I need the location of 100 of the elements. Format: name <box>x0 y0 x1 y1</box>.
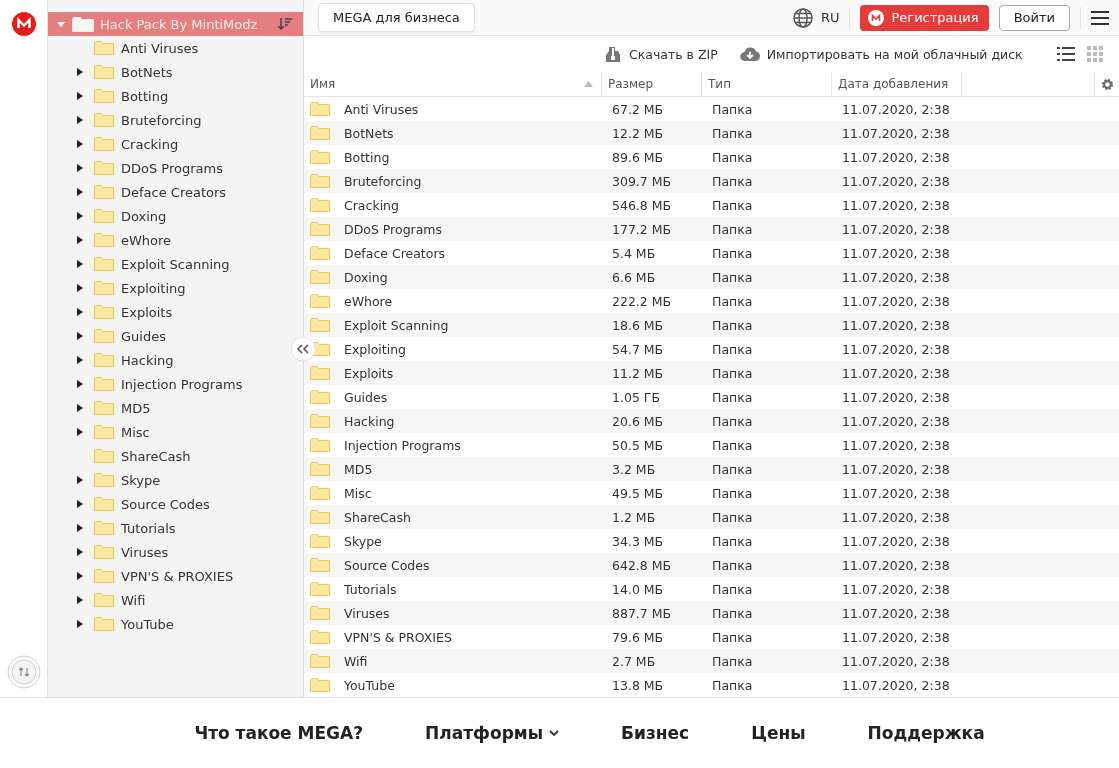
tree-item[interactable]: Viruses <box>121 544 169 560</box>
footer-link[interactable]: Поддержка <box>836 723 1016 743</box>
tree-item[interactable]: YouTube <box>121 616 174 632</box>
expand-arrow-icon[interactable] <box>76 499 84 509</box>
tree-item[interactable]: Deface Creators <box>121 184 227 200</box>
column-header[interactable]: Дата добавления <box>838 77 949 91</box>
table-cell-text: 309.7 МБ <box>611 173 673 189</box>
tree-item[interactable]: BotNets <box>121 64 173 80</box>
language-label[interactable]: RU <box>820 10 840 25</box>
expand-arrow-icon[interactable] <box>76 427 84 437</box>
expand-arrow-icon[interactable] <box>76 163 84 173</box>
file-name[interactable]: Exploit Scanning <box>344 317 449 333</box>
file-name[interactable]: Guides <box>344 389 388 405</box>
expand-arrow-icon[interactable] <box>76 259 84 269</box>
tree-item[interactable]: Exploiting <box>121 280 186 296</box>
menu-icon[interactable] <box>1091 9 1109 26</box>
expand-arrow-icon[interactable] <box>76 595 84 605</box>
list-view-icon[interactable] <box>1057 46 1075 62</box>
expand-arrow-icon[interactable] <box>76 619 84 629</box>
column-header[interactable]: Размер <box>608 77 654 91</box>
collapse-panel-button[interactable] <box>290 336 316 362</box>
file-name[interactable]: YouTube <box>344 677 395 693</box>
download-zip-link[interactable]: Скачать в ZIP <box>629 46 718 62</box>
expand-arrow-icon[interactable] <box>76 475 84 485</box>
expand-arrow-icon[interactable] <box>76 67 84 77</box>
file-name[interactable]: Cracking <box>344 197 399 213</box>
tree-item[interactable]: ShareCash <box>121 448 191 464</box>
file-name[interactable]: Viruses <box>344 605 390 621</box>
expand-arrow-icon[interactable] <box>76 139 84 149</box>
expand-arrow-icon[interactable] <box>76 283 84 293</box>
file-name[interactable]: Tutorials <box>344 581 397 597</box>
file-name[interactable]: MD5 <box>344 461 373 477</box>
file-name[interactable]: Wifi <box>344 653 368 669</box>
expand-arrow-icon[interactable] <box>76 235 84 245</box>
expand-arrow-icon[interactable] <box>76 307 84 317</box>
file-name[interactable]: Doxing <box>344 269 388 285</box>
expand-arrow-icon[interactable] <box>76 91 84 101</box>
file-name[interactable]: Skype <box>344 533 382 549</box>
footer-link[interactable]: Бизнес <box>590 723 721 743</box>
file-name[interactable]: Exploits <box>344 365 394 381</box>
expand-arrow-icon[interactable] <box>76 331 84 341</box>
file-name[interactable]: Exploiting <box>344 341 407 357</box>
tree-item[interactable]: VPN'S & PROXIES <box>121 568 234 584</box>
file-name[interactable]: Source Codes <box>344 557 430 573</box>
footer-link[interactable]: Цены <box>720 723 837 743</box>
tree-item[interactable]: Anti Viruses <box>121 40 199 56</box>
footer-link[interactable]: Что такое MEGA? <box>163 723 395 743</box>
cloud-download-icon[interactable] <box>739 46 760 62</box>
file-name[interactable]: Injection Programs <box>344 437 461 453</box>
zip-archive-icon[interactable] <box>604 45 622 63</box>
file-name[interactable]: BotNets <box>344 125 394 141</box>
settings-icon[interactable] <box>1100 77 1114 91</box>
tree-item[interactable]: eWhore <box>121 232 172 248</box>
tree-item[interactable]: Source Codes <box>121 496 210 512</box>
logo-icon[interactable] <box>11 12 36 36</box>
expand-arrow-icon[interactable] <box>76 523 84 533</box>
expand-arrow-icon[interactable] <box>76 355 84 365</box>
tree-item[interactable]: Doxing <box>121 208 167 224</box>
column-header[interactable]: Имя <box>310 77 336 91</box>
file-name[interactable]: DDoS Programs <box>344 221 443 237</box>
tree-item[interactable]: Exploits <box>121 304 173 320</box>
expand-arrow-icon[interactable] <box>76 547 84 557</box>
tree-item[interactable]: Hacking <box>121 352 174 368</box>
column-header[interactable]: Тип <box>708 77 731 91</box>
import-link[interactable]: Импортировать на мой облачный диск <box>766 46 1023 62</box>
login-button[interactable]: Войти <box>998 4 1070 31</box>
tree-item[interactable]: Skype <box>121 472 161 488</box>
business-button[interactable]: MEGA для бизнеса <box>318 3 475 32</box>
file-name[interactable]: Deface Creators <box>344 245 446 261</box>
table-cell-text: 49.5 МБ <box>611 485 665 501</box>
expand-arrow-icon[interactable] <box>76 211 84 221</box>
tree-item[interactable]: Guides <box>121 328 166 344</box>
tree-item[interactable]: MD5 <box>121 400 151 416</box>
file-name[interactable]: Bruteforcing <box>344 173 422 189</box>
tree-item[interactable]: Misc <box>121 424 150 440</box>
expand-arrow-icon[interactable] <box>76 187 84 197</box>
tree-item[interactable]: Tutorials <box>121 520 176 536</box>
tree-item[interactable]: DDoS Programs <box>121 160 223 176</box>
file-name[interactable]: VPN'S & PROXIES <box>344 629 452 645</box>
tree-item[interactable]: Exploit Scanning <box>121 256 230 272</box>
file-name[interactable]: ShareCash <box>344 509 411 525</box>
tree-item[interactable]: Botting <box>121 88 169 104</box>
file-name[interactable]: Botting <box>344 149 390 165</box>
globe-icon[interactable] <box>792 7 813 28</box>
register-button[interactable]: Регистрация <box>860 4 989 31</box>
file-name[interactable]: eWhore <box>344 293 393 309</box>
expand-arrow-icon[interactable] <box>76 571 84 581</box>
caret-icon[interactable] <box>56 19 66 29</box>
tree-item[interactable]: Cracking <box>121 136 179 152</box>
file-name[interactable]: Misc <box>344 485 372 501</box>
expand-arrow-icon[interactable] <box>76 379 84 389</box>
expand-arrow-icon[interactable] <box>76 403 84 413</box>
file-name[interactable]: Hacking <box>344 413 395 429</box>
sort-icon[interactable] <box>277 16 293 32</box>
footer-link[interactable]: Платформы <box>394 723 591 743</box>
expand-arrow-icon[interactable] <box>76 115 84 125</box>
file-name[interactable]: Anti Viruses <box>344 101 419 117</box>
tree-item[interactable]: Wifi <box>121 592 146 608</box>
tree-item[interactable]: Injection Programs <box>121 376 243 392</box>
tree-item[interactable]: Bruteforcing <box>121 112 202 128</box>
